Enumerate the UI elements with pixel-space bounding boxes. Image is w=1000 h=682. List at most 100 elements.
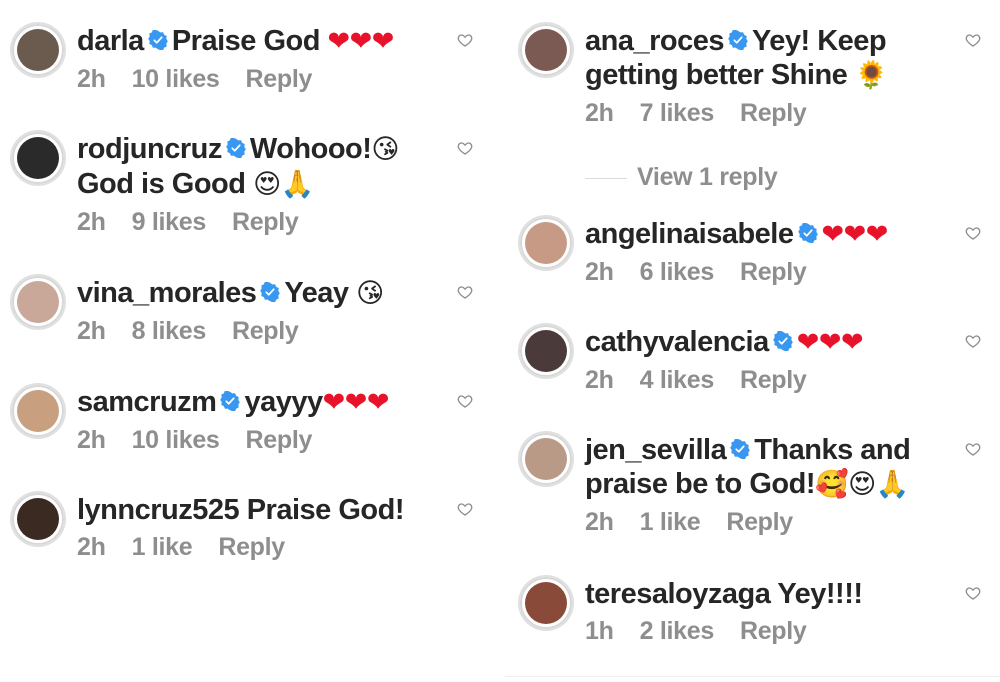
avatar-ring [520, 577, 572, 629]
avatar-ring [12, 132, 64, 184]
comment-username[interactable]: teresaloyzaga [585, 578, 771, 610]
comment-emoji-line2: 🌻 [854, 60, 889, 91]
avatar-ring [520, 217, 572, 269]
comment-time: 2h [77, 65, 106, 93]
comment-username[interactable]: samcruzm [77, 386, 217, 418]
comment-text-block: teresaloyzaga Yey!!!! 1h 2 likes Reply [585, 577, 925, 647]
heart-outline-icon[interactable] [965, 585, 981, 601]
verified-badge-icon [220, 391, 240, 411]
comment-emoji-line2: 🥰😍🙏 [814, 469, 909, 500]
reply-button[interactable]: Reply [246, 426, 313, 454]
avatar[interactable] [520, 217, 572, 269]
comment-text-line2: God is Good [77, 168, 246, 200]
reply-button[interactable]: Reply [246, 65, 313, 93]
comment-likes[interactable]: 10 likes [132, 65, 220, 93]
comment-username[interactable]: jen_sevilla [585, 434, 727, 466]
reply-button[interactable]: Reply [218, 533, 285, 561]
comment-meta: 2h 10 likes Reply [77, 424, 437, 456]
heart-outline-icon[interactable] [457, 501, 473, 517]
verified-badge-icon [260, 282, 280, 302]
comments-column-right: ana_roces Yey! Keep getting better Shine … [505, 0, 1000, 682]
comment-username[interactable]: ana_roces [585, 25, 725, 57]
comment-emoji: ❤❤❤ [796, 327, 864, 358]
comment-meta: 2h 7 likes Reply [585, 97, 925, 129]
comment-text-block: ana_roces Yey! Keep getting better Shine … [585, 24, 925, 129]
reply-button[interactable]: Reply [740, 617, 807, 645]
comment-time: 2h [585, 258, 614, 286]
reply-button[interactable]: Reply [726, 508, 793, 536]
comment-time: 2h [77, 317, 106, 345]
reply-button[interactable]: Reply [740, 366, 807, 394]
comment-emoji: 😘 [356, 278, 384, 309]
heart-outline-icon[interactable] [965, 225, 981, 241]
comment-text: Yeay [284, 277, 349, 309]
comment-time: 2h [585, 508, 614, 536]
comment-text-block: jen_sevilla Thanks and praise be to God!🥰… [585, 433, 925, 538]
heart-outline-icon[interactable] [457, 140, 473, 156]
comment-likes[interactable]: 6 likes [640, 258, 715, 286]
comment-likes[interactable]: 10 likes [132, 426, 220, 454]
view-replies-label: View 1 reply [637, 163, 778, 191]
comment-text: Wohooo! [249, 133, 372, 165]
comment-likes[interactable]: 2 likes [640, 617, 715, 645]
avatar[interactable] [12, 276, 64, 328]
comment-username[interactable]: lynncruz525 [77, 494, 240, 526]
avatar[interactable] [12, 132, 64, 184]
comment-emoji: 😘 [371, 134, 400, 165]
reply-button[interactable]: Reply [740, 99, 807, 127]
heart-outline-icon[interactable] [965, 333, 981, 349]
avatar[interactable] [520, 24, 572, 76]
avatar[interactable] [520, 433, 572, 485]
comment-meta: 2h 1 like Reply [77, 531, 437, 563]
comment-username[interactable]: vina_morales [77, 277, 257, 309]
comment-text: Praise God! [246, 494, 405, 526]
comment-time: 2h [77, 533, 106, 561]
heart-outline-icon[interactable] [965, 441, 981, 457]
avatar[interactable] [520, 577, 572, 629]
avatar[interactable] [12, 24, 64, 76]
comment-username[interactable]: angelinaisabele [585, 218, 794, 250]
comment-username[interactable]: darla [77, 25, 144, 57]
comment-likes[interactable]: 1 like [640, 508, 701, 536]
avatar-ring [520, 433, 572, 485]
avatar-ring [520, 24, 572, 76]
heart-outline-icon[interactable] [457, 32, 473, 48]
comment-time: 2h [77, 208, 106, 236]
comment-text: yayyy [244, 386, 323, 418]
avatar[interactable] [520, 325, 572, 377]
view-replies-button[interactable]: View 1 reply [585, 163, 778, 192]
avatar[interactable] [12, 385, 64, 437]
heart-outline-icon[interactable] [457, 393, 473, 409]
comment-meta: 2h 6 likes Reply [585, 256, 925, 288]
heart-outline-icon[interactable] [457, 284, 473, 300]
comment-likes[interactable]: 8 likes [132, 317, 207, 345]
reply-button[interactable]: Reply [740, 258, 807, 286]
comment-likes[interactable]: 4 likes [640, 366, 715, 394]
comment-time: 1h [585, 617, 614, 645]
verified-badge-icon [226, 138, 246, 158]
comment-likes[interactable]: 7 likes [640, 99, 715, 127]
reply-button[interactable]: Reply [232, 317, 299, 345]
comment-text-block: darla Praise God ❤❤❤ 2h 10 likes Reply [77, 24, 437, 95]
verified-badge-icon [773, 331, 793, 351]
avatar[interactable] [12, 493, 64, 545]
comment-username[interactable]: cathyvalencia [585, 326, 769, 358]
comment-likes[interactable]: 1 like [132, 533, 193, 561]
verified-badge-icon [730, 439, 750, 459]
column-divider [497, 0, 501, 682]
comment-time: 2h [77, 426, 106, 454]
comment-text-line2: praise be to God! [585, 468, 815, 500]
comment-text-block: samcruzm yayyy❤❤❤ 2h 10 likes Reply [77, 385, 437, 456]
comment-text: Yey!!!! [777, 578, 863, 610]
avatar-ring [12, 493, 64, 545]
heart-outline-icon[interactable] [965, 32, 981, 48]
reply-button[interactable]: Reply [232, 208, 299, 236]
comment-meta: 2h 1 like Reply [585, 506, 925, 538]
comment-text: Praise God [171, 25, 321, 57]
view-replies-line [585, 177, 627, 179]
comment-username[interactable]: rodjuncruz [77, 133, 222, 165]
avatar-ring [12, 276, 64, 328]
comments-column-left: darla Praise God ❤❤❤ 2h 10 likes Reply rodj… [0, 0, 495, 682]
comment-likes[interactable]: 9 likes [132, 208, 207, 236]
comment-text-block: lynncruz525 Praise God! 2h 1 like Reply [77, 493, 437, 563]
